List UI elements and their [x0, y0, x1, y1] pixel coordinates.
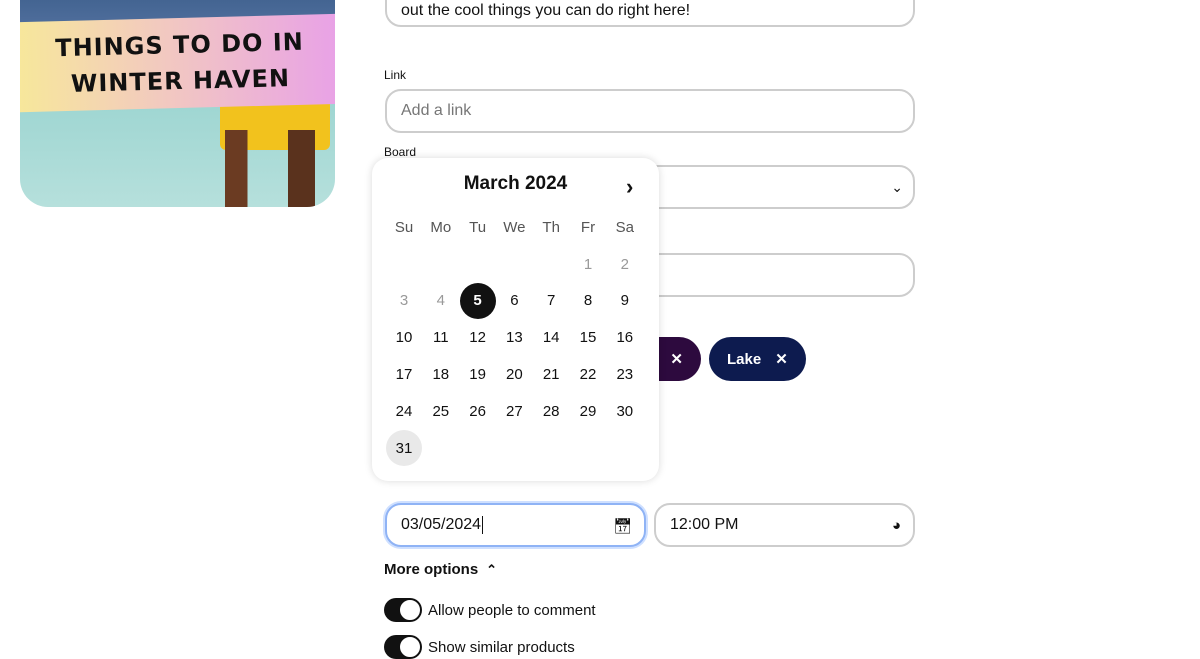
weekday-header: Sa — [615, 218, 634, 236]
calendar-day[interactable]: 9 — [607, 283, 643, 319]
calendar-day[interactable]: 31 — [386, 430, 422, 466]
allow-comments-toggle[interactable] — [384, 598, 422, 622]
calendar-day[interactable]: 28 — [533, 393, 569, 429]
time-value: 12:00 PM — [670, 516, 739, 533]
calendar-day[interactable]: 1 — [570, 246, 606, 282]
date-picker-popup: March 2024 › Su Mo Tu We Th Fr Sa 1 2 3 4 5 6 7 8 9 10 11… — [372, 158, 659, 481]
clock-icon[interactable]: ◕ — [892, 517, 901, 534]
calendar-day[interactable]: 15 — [570, 320, 606, 356]
weekday-header: Su — [394, 218, 414, 236]
calendar-day[interactable]: 11 — [423, 320, 459, 356]
calendar-day[interactable]: 20 — [496, 356, 532, 392]
calendar-day[interactable]: 16 — [607, 320, 643, 356]
weekday-header: Fr — [580, 218, 596, 236]
calendar-day[interactable]: 27 — [496, 393, 532, 429]
allow-comments-label: Allow people to comment — [428, 601, 596, 619]
date-value: 03/05/2024 — [401, 516, 482, 533]
calendar-day[interactable]: 29 — [570, 393, 606, 429]
weekday-header: We — [503, 218, 526, 236]
calendar-day[interactable]: 4 — [423, 283, 459, 319]
close-icon[interactable]: ✕ — [775, 350, 788, 368]
calendar-day[interactable]: 22 — [570, 356, 606, 392]
calendar-day[interactable]: 18 — [423, 356, 459, 392]
calendar-icon[interactable]: 📅︎ — [613, 517, 632, 535]
calendar-day[interactable]: 19 — [460, 356, 496, 392]
allow-comments-row: Allow people to comment — [384, 598, 596, 622]
close-icon[interactable]: ✕ — [670, 350, 683, 368]
link-label: Link — [384, 68, 407, 82]
tag-chip-lake[interactable]: Lake ✕ — [709, 337, 806, 381]
legs-shape — [225, 130, 315, 207]
calendar-day[interactable]: 2 — [607, 246, 643, 282]
weekday-header: Th — [542, 218, 560, 236]
link-input[interactable]: Add a link — [385, 89, 915, 133]
board-label: Board — [384, 145, 417, 159]
calendar-day[interactable]: 14 — [533, 320, 569, 356]
chevron-up-icon: ⌃ — [486, 561, 498, 577]
calendar-day[interactable]: 23 — [607, 356, 643, 392]
pin-image: THINGS TO DO IN WINTER HAVEN — [20, 0, 335, 207]
tag-label: Lake — [727, 350, 762, 368]
more-options-label: More options — [384, 561, 479, 578]
pin-banner: THINGS TO DO IN WINTER HAVEN — [20, 13, 335, 113]
link-placeholder: Add a link — [401, 102, 472, 119]
calendar-day[interactable]: 26 — [460, 393, 496, 429]
time-input[interactable]: 12:00 PM ◕ — [654, 503, 915, 547]
calendar-day[interactable]: 3 — [386, 283, 422, 319]
similar-products-label: Show similar products — [428, 638, 575, 656]
chevron-down-icon: ⌄ — [891, 179, 903, 195]
calendar-day[interactable]: 13 — [496, 320, 532, 356]
calendar-day[interactable]: 12 — [460, 320, 496, 356]
weekday-header: Mo — [430, 218, 452, 236]
calendar-day[interactable]: 25 — [423, 393, 459, 429]
calendar-day[interactable]: 24 — [386, 393, 422, 429]
calendar-day[interactable]: 5 — [459, 282, 496, 319]
calendar-month-title: March 2024 — [463, 173, 568, 194]
calendar-day[interactable]: 6 — [496, 283, 532, 319]
similar-products-toggle[interactable] — [384, 635, 422, 659]
more-options-toggle[interactable]: More options ⌃ — [384, 561, 497, 578]
similar-products-row: Show similar products — [384, 635, 575, 659]
calendar-day[interactable]: 21 — [533, 356, 569, 392]
calendar-day[interactable]: 17 — [386, 356, 422, 392]
calendar-day[interactable]: 8 — [570, 283, 606, 319]
description-input[interactable]: out the cool things you can do right her… — [385, 0, 915, 27]
chevron-right-icon[interactable]: › — [626, 174, 633, 200]
banner-line-2: WINTER HAVEN — [70, 64, 291, 98]
calendar-day[interactable]: 7 — [533, 283, 569, 319]
weekday-header: Tu — [469, 218, 487, 236]
date-input[interactable]: 03/05/2024 📅︎ — [385, 503, 646, 547]
calendar-day[interactable]: 30 — [607, 393, 643, 429]
calendar-day[interactable]: 10 — [386, 320, 422, 356]
